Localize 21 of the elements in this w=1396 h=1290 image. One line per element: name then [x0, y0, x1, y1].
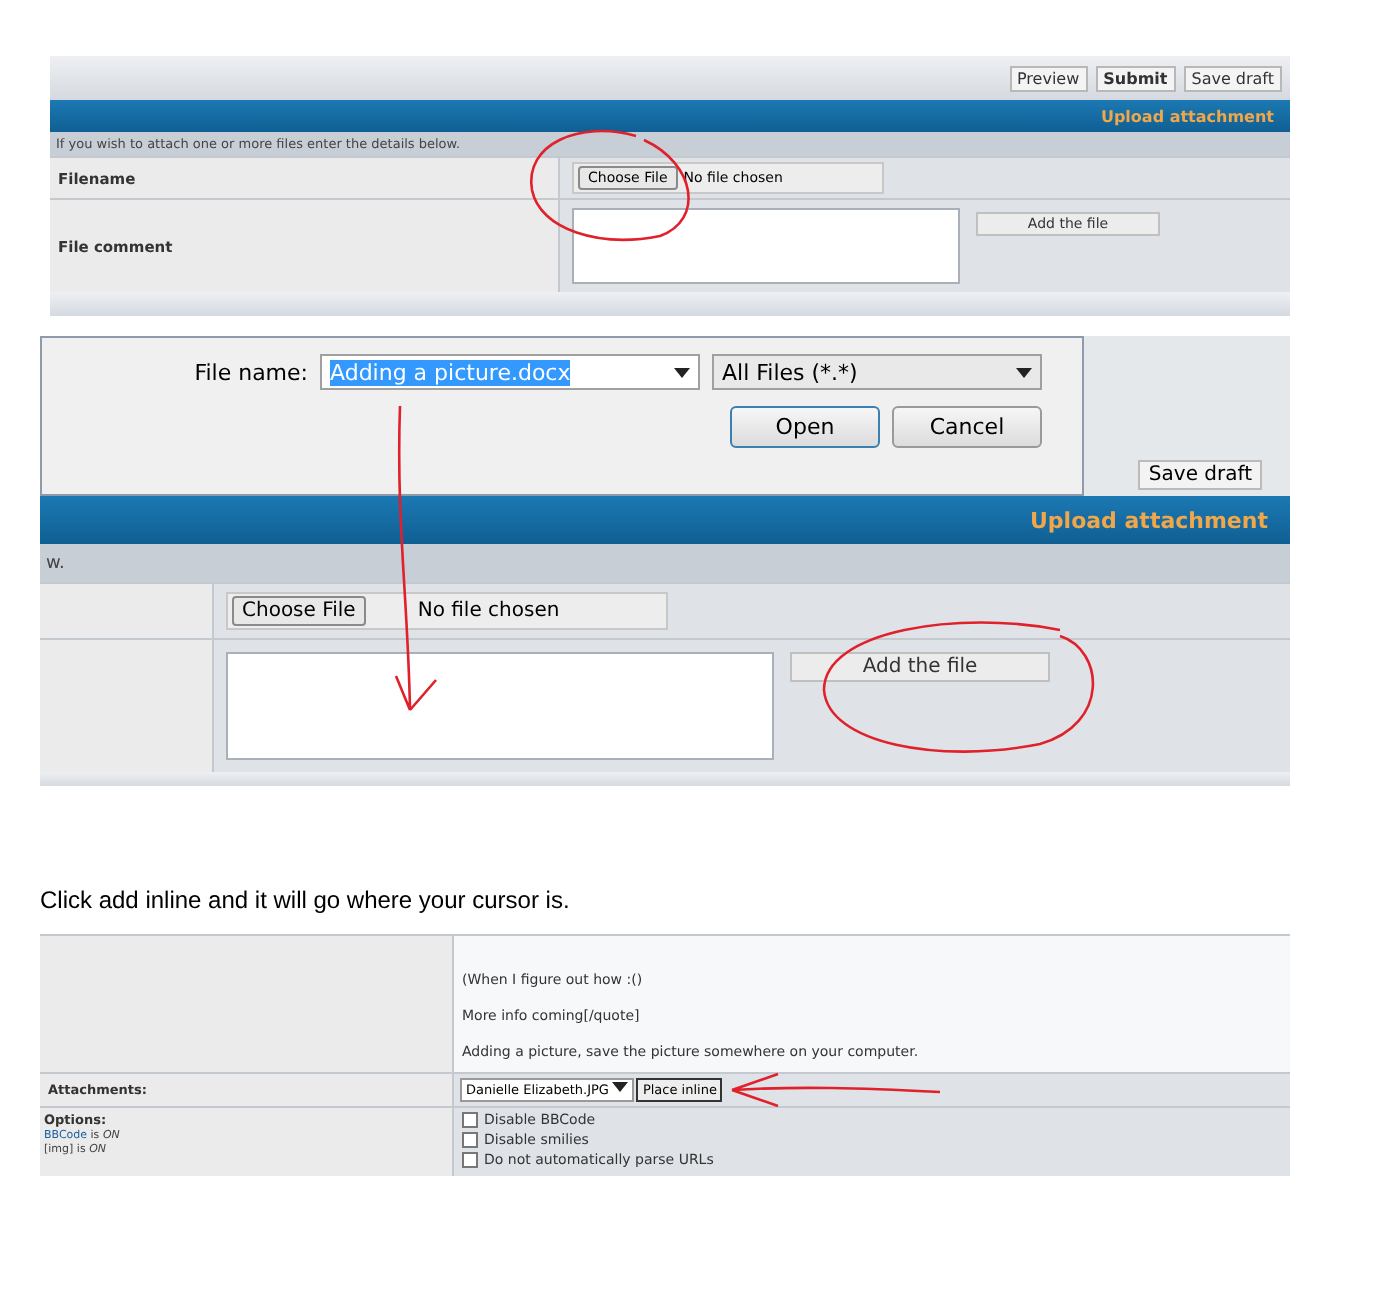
toolbar-button[interactable]: Save draft	[1183, 65, 1282, 91]
toolbar-button[interactable]: Submit	[1095, 65, 1176, 91]
open-button[interactable]: Open	[730, 406, 880, 448]
comment-field[interactable]	[572, 208, 960, 284]
file-name-label: File name:	[194, 359, 308, 385]
file-type-select[interactable]: All Files (*.*)	[712, 354, 1042, 390]
cancel-button[interactable]: Cancel	[892, 406, 1042, 448]
add-file-button[interactable]: Add the file	[790, 652, 1050, 682]
hint-text: w.	[40, 544, 1290, 582]
dropdown-arrow-icon	[1016, 367, 1032, 377]
header-title: Upload attachment	[1100, 107, 1274, 125]
file-status-text: No file chosen	[417, 600, 560, 622]
save-draft-button[interactable]: Save draft	[1138, 460, 1262, 490]
toolbar-button[interactable]: Preview	[1009, 65, 1088, 91]
dropdown-arrow-icon	[612, 1082, 629, 1092]
file-input[interactable]: Choose File No file chosen	[226, 592, 668, 630]
header-title: Upload attachment	[1030, 507, 1268, 533]
comment-field[interactable]	[226, 652, 774, 760]
dropdown-arrow-icon	[674, 367, 690, 377]
instruction-text: Click add inline and it will go where your cursor is.	[40, 886, 572, 914]
choose-file-button[interactable]: Choose File	[232, 596, 366, 626]
